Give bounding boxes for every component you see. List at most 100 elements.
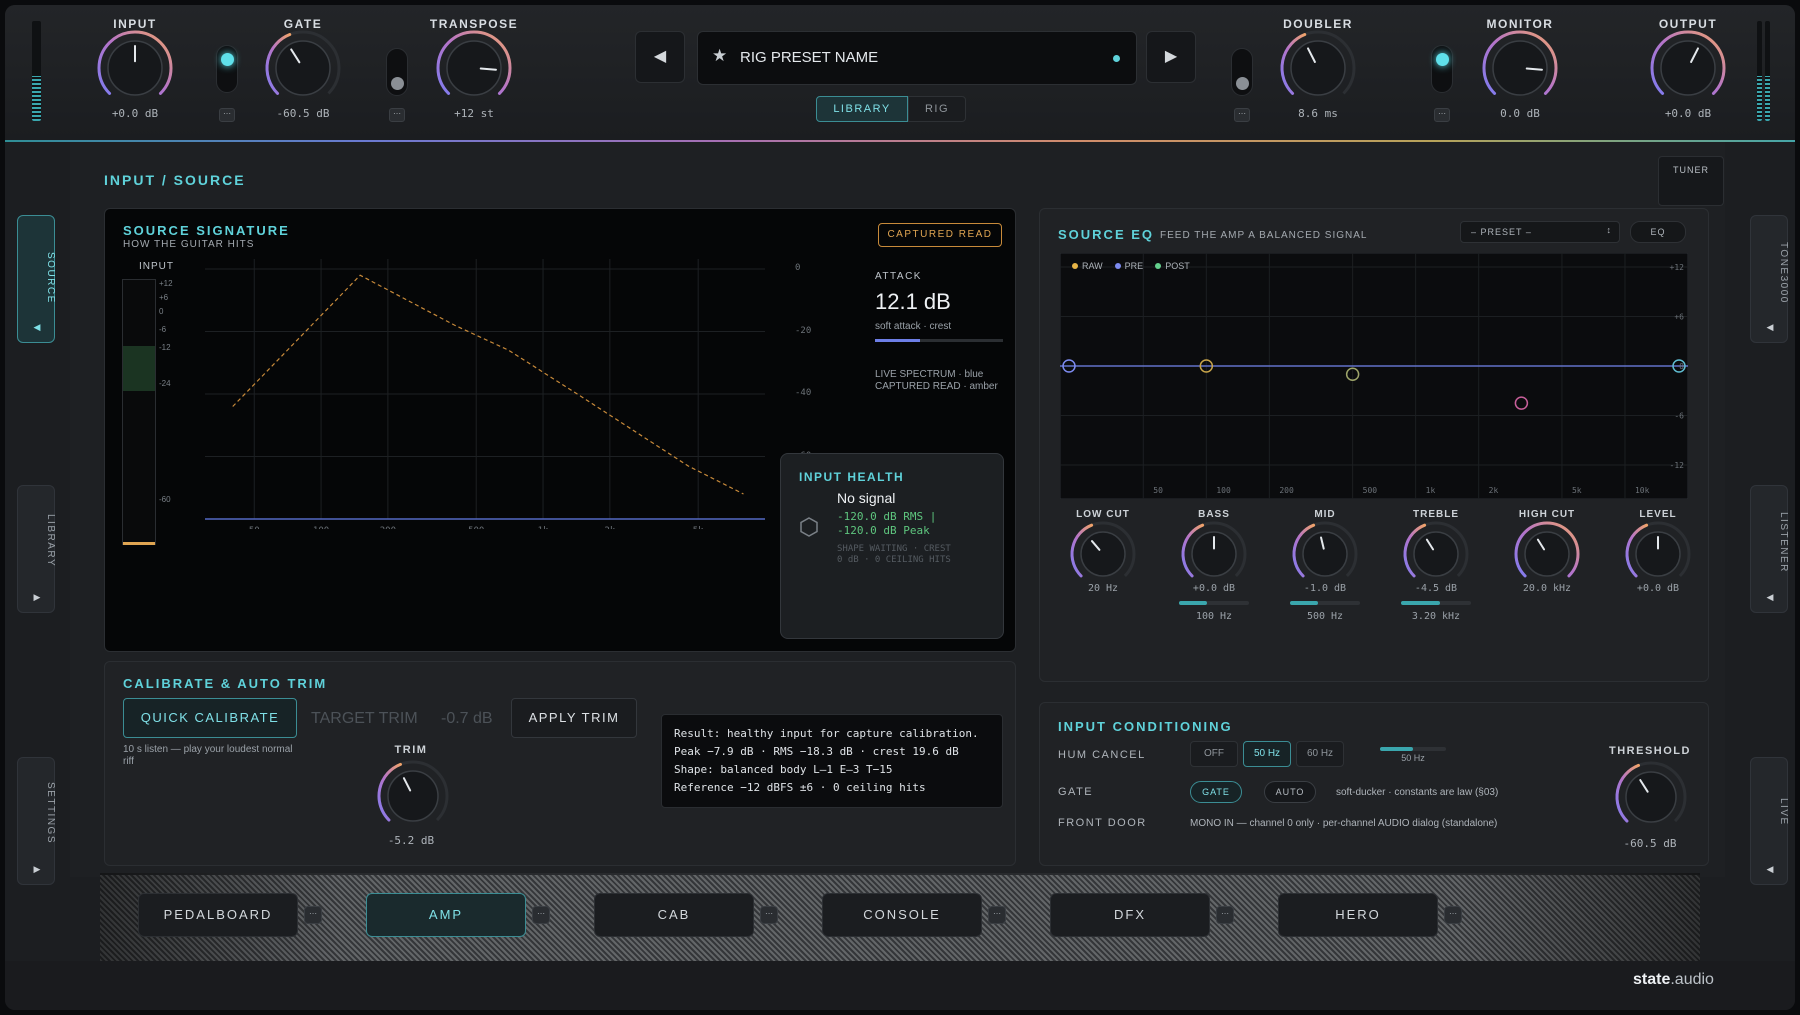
gate-knob[interactable]: [260, 25, 346, 111]
doubler-knob[interactable]: [1275, 25, 1361, 111]
sidebar-item-settings[interactable]: SETTINGS ▶: [17, 757, 56, 885]
sidebar-item-live-label: LIVE: [1778, 798, 1789, 826]
health-status: No signal: [837, 490, 896, 506]
input-health-title: INPUT HEALTH: [799, 470, 905, 484]
source-eq-panel: SOURCE EQ FEED THE AMP A BALANCED SIGNAL…: [1039, 208, 1709, 682]
prev-preset-button[interactable]: ◀: [635, 31, 685, 83]
preset-display[interactable]: ★ RIG PRESET NAME: [697, 31, 1137, 85]
eq-legend-item: POST: [1155, 261, 1190, 271]
input-knob-value: +0.0 dB: [111, 107, 159, 120]
tab-more-button[interactable]: ⋯: [304, 906, 322, 924]
eq-db-tick: -12: [1670, 461, 1685, 470]
gate-more-button[interactable]: ⋯: [219, 108, 235, 122]
transpose-toggle[interactable]: [386, 48, 408, 96]
eq-freq-slider[interactable]: [1401, 601, 1471, 605]
tab-more-button[interactable]: ⋯: [760, 906, 778, 924]
eq-button[interactable]: EQ: [1630, 221, 1686, 243]
gate-knob-group: GATE -60.5 dB: [248, 5, 358, 135]
tab-hero[interactable]: HERO: [1278, 893, 1438, 937]
eq-knob-dial[interactable]: [1068, 519, 1138, 589]
eq-freq-slider-fill: [1401, 601, 1440, 605]
eq-knob-dial[interactable]: [1401, 519, 1471, 589]
hum-option-50-hz[interactable]: 50 Hz: [1243, 741, 1291, 767]
tab-console[interactable]: CONSOLE: [822, 893, 982, 937]
legend-live-spectrum: LIVE SPECTRUM · blue: [875, 369, 984, 380]
monitor-more-button[interactable]: ⋯: [1434, 108, 1450, 122]
monitor-toggle[interactable]: [1431, 45, 1453, 93]
sidebar-item-library-label: LIBRARY: [45, 514, 56, 568]
eq-knob-dial[interactable]: [1179, 519, 1249, 589]
eq-freq-value: 3.20 kHz: [1411, 611, 1461, 622]
quick-calibrate-button[interactable]: QUICK CALIBRATE: [123, 698, 297, 738]
legend-captured-read: CAPTURED READ · amber: [875, 381, 998, 392]
tab-more-button[interactable]: ⋯: [1444, 906, 1462, 924]
hum-cancel-label: HUM CANCEL: [1058, 749, 1146, 761]
sidebar-item-live[interactable]: LIVE ◀: [1750, 757, 1789, 885]
eq-preset-select[interactable]: – PRESET – ↕: [1460, 221, 1620, 243]
transpose-knob[interactable]: [431, 25, 517, 111]
next-preset-button[interactable]: ▶: [1146, 31, 1196, 83]
gate-toggle[interactable]: [216, 45, 238, 93]
doubler-toggle[interactable]: [1231, 48, 1253, 96]
eq-preset-value: – PRESET –: [1471, 227, 1532, 237]
tab-more-button[interactable]: ⋯: [1216, 906, 1234, 924]
output-knob[interactable]: [1645, 25, 1731, 111]
eq-freq-slider[interactable]: [1179, 601, 1249, 605]
hum-option-60-hz[interactable]: 60 Hz: [1296, 741, 1344, 767]
tab-pedalboard[interactable]: PEDALBOARD: [138, 893, 298, 937]
db-tick: -20: [795, 325, 812, 336]
preset-name: RIG PRESET NAME: [740, 49, 879, 66]
input-knob-group: INPUT +0.0 dB: [80, 5, 190, 135]
gate-mode-button[interactable]: GATE: [1190, 781, 1242, 803]
sidebar-item-tone3000[interactable]: TONE3000 ◀: [1750, 215, 1789, 343]
meter-tick: -6: [159, 325, 167, 334]
output-meter: [1757, 21, 1762, 121]
eq-knob-dial[interactable]: [1512, 519, 1582, 589]
meter-tick: +6: [159, 293, 169, 302]
eq-freq-slider[interactable]: [1290, 601, 1360, 605]
sidebar-item-source[interactable]: SOURCE ◀: [17, 215, 56, 343]
freq-tick: 200: [380, 526, 396, 529]
tab-more-button[interactable]: ⋯: [988, 906, 1006, 924]
tab-dfx[interactable]: DFX: [1050, 893, 1210, 937]
tab-more-button[interactable]: ⋯: [532, 906, 550, 924]
hum-slider-value: 50 Hz: [1401, 753, 1425, 763]
eq-curve-plot[interactable]: 50 100 200 500 1k 2k 5k 10k+12+60-6-12: [1060, 253, 1688, 499]
transpose-more-button[interactable]: ⋯: [389, 108, 405, 122]
captured-read-badge[interactable]: CAPTURED READ: [878, 223, 1002, 247]
hum-option-off[interactable]: OFF: [1190, 741, 1238, 767]
eq-freq-slider-fill: [1179, 601, 1207, 605]
monitor-toggle-indicator: [1436, 53, 1449, 66]
eq-knob-dial[interactable]: [1623, 519, 1693, 589]
input-health-card: INPUT HEALTH No signal -120.0 dB RMS | -…: [780, 453, 1004, 639]
main-content: INPUT / SOURCE TUNER SOURCE SIGNATURE HO…: [70, 142, 1725, 877]
sidebar-item-listener[interactable]: LISTENER ◀: [1750, 485, 1789, 613]
meter-tick: -12: [159, 343, 171, 352]
library-segment[interactable]: LIBRARY: [816, 96, 908, 122]
eq-knob-dial[interactable]: [1290, 519, 1360, 589]
meter-tick: -60: [159, 495, 171, 504]
apply-trim-button[interactable]: APPLY TRIM: [511, 698, 637, 738]
favorite-star-icon[interactable]: ★: [712, 46, 727, 66]
freq-tick: 5k: [693, 526, 704, 529]
eq-freq-tick: 500: [1363, 486, 1378, 495]
auto-mode-button[interactable]: AUTO: [1264, 781, 1316, 803]
trim-knob[interactable]: [373, 756, 453, 836]
tuner-button[interactable]: TUNER: [1658, 156, 1724, 206]
gate-toggle-indicator: [221, 53, 234, 66]
eq-legend-item: PRE: [1114, 261, 1143, 271]
db-tick: 0: [795, 263, 801, 273]
health-ceiling: 0 dB · 0 CEILING HITS: [837, 555, 951, 565]
calibrate-hint: 10 s listen — play your loudest normal r…: [123, 744, 293, 767]
input-knob[interactable]: [92, 25, 178, 111]
tab-amp[interactable]: AMP: [366, 893, 526, 937]
doubler-more-button[interactable]: ⋯: [1234, 108, 1250, 122]
result-line: Peak −7.9 dB · RMS −18.3 dB · crest 19.6…: [674, 745, 959, 758]
rig-segment[interactable]: RIG: [908, 96, 966, 122]
tab-cab[interactable]: CAB: [594, 893, 754, 937]
threshold-knob[interactable]: [1611, 757, 1691, 837]
trim-label: TRIM: [394, 744, 428, 756]
hum-frequency-slider[interactable]: [1380, 747, 1446, 751]
sidebar-item-library[interactable]: LIBRARY ▶: [17, 485, 56, 613]
monitor-knob[interactable]: [1477, 25, 1563, 111]
